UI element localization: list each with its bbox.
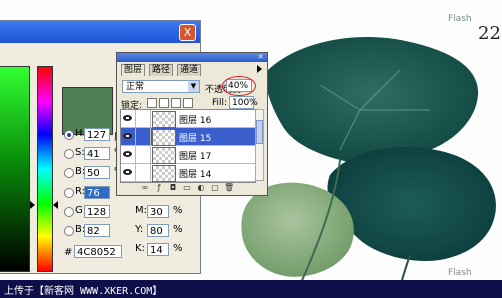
layers-bottom-toolbar: ∞ ƒ ◘ ▭ ◐ ▢ 🗑 bbox=[120, 183, 264, 193]
layer-name: 图层 17 bbox=[179, 152, 212, 162]
opacity-highlight-circle bbox=[222, 76, 256, 96]
r-radio[interactable] bbox=[64, 188, 74, 198]
eye-icon[interactable] bbox=[123, 114, 132, 122]
trash-icon[interactable]: 🗑 bbox=[224, 183, 234, 192]
link-slot[interactable] bbox=[135, 164, 151, 181]
y-unit: % bbox=[173, 224, 183, 235]
fill-input[interactable]: 100% bbox=[229, 96, 258, 109]
s-radio[interactable] bbox=[64, 149, 74, 159]
eye-icon[interactable] bbox=[123, 132, 132, 140]
k-label: K: bbox=[135, 243, 145, 254]
lock-transparent-icon[interactable] bbox=[147, 98, 157, 108]
m-label: M: bbox=[135, 205, 147, 216]
layer-thumbnail bbox=[152, 165, 176, 182]
close-button[interactable]: X bbox=[179, 24, 196, 41]
hex-label: # bbox=[64, 247, 73, 258]
link-icon[interactable]: ∞ bbox=[140, 183, 150, 192]
fill-label: Fill: bbox=[212, 98, 228, 108]
h-input[interactable]: 127 bbox=[84, 128, 110, 141]
color-field[interactable] bbox=[0, 66, 30, 272]
g-input[interactable]: 128 bbox=[84, 205, 110, 218]
k-input[interactable]: 14 bbox=[147, 243, 169, 256]
watermark-text: 上传于【新客网 WWW.XKER.COM】 bbox=[4, 286, 163, 297]
layer-row[interactable]: 图层 14 bbox=[121, 164, 255, 182]
blend-mode-value: 正常 bbox=[126, 82, 145, 92]
adjustment-layer-icon[interactable]: ◐ bbox=[196, 183, 206, 192]
r-input[interactable]: 76 bbox=[84, 186, 110, 199]
m-input[interactable]: 30 bbox=[147, 205, 169, 218]
mask-icon[interactable]: ◘ bbox=[168, 183, 178, 192]
layers-panel-titlebar[interactable] bbox=[117, 53, 267, 62]
y-label: Y: bbox=[135, 224, 144, 235]
layers-panel-close-icon[interactable]: ✕ bbox=[256, 53, 265, 61]
layer-row[interactable]: 图层 16 bbox=[121, 110, 255, 128]
k-unit: % bbox=[173, 243, 183, 254]
hue-slider[interactable] bbox=[37, 66, 53, 272]
lock-move-icon[interactable] bbox=[171, 98, 181, 108]
eye-icon[interactable] bbox=[123, 168, 132, 176]
hex-input[interactable]: 4C8052 bbox=[74, 245, 122, 258]
flash-logo-bottom: Flash bbox=[448, 268, 472, 278]
lock-brush-icon[interactable] bbox=[159, 98, 169, 108]
layer-style-icon[interactable]: ƒ bbox=[154, 183, 164, 192]
layer-name: 图层 16 bbox=[179, 116, 212, 126]
panel-menu-arrow-icon[interactable] bbox=[257, 65, 262, 73]
hue-slider-right-arrow-icon[interactable] bbox=[53, 201, 58, 209]
lock-all-icon[interactable] bbox=[183, 98, 193, 108]
layer-name: 图层 15 bbox=[179, 134, 212, 144]
s-input[interactable]: 41 bbox=[84, 147, 110, 160]
flash-logo: Flash bbox=[448, 14, 472, 24]
eye-icon[interactable] bbox=[123, 150, 132, 158]
chevron-down-icon: ▼ bbox=[188, 81, 199, 92]
layer-thumbnail bbox=[152, 129, 176, 146]
m-unit: % bbox=[173, 205, 183, 216]
tab-layers[interactable]: 图层 bbox=[121, 64, 146, 76]
layers-scrollbar[interactable] bbox=[255, 109, 264, 181]
tab-paths[interactable]: 路径 bbox=[149, 64, 174, 76]
canvas: Flash 22 X H: 127 度 S: 41 % B: 50 % R: 7… bbox=[0, 0, 502, 298]
link-slot[interactable] bbox=[135, 146, 151, 163]
layer-list: 图层 16 图层 15 图层 17 图层 14 bbox=[120, 109, 256, 183]
page-number: 22 bbox=[478, 23, 501, 44]
layer-row-selected[interactable]: 图层 15 bbox=[121, 128, 255, 146]
brush-icon[interactable] bbox=[135, 128, 151, 145]
b-input[interactable]: 50 bbox=[84, 166, 110, 179]
h-radio[interactable] bbox=[64, 130, 74, 140]
layer-name: 图层 14 bbox=[179, 170, 212, 180]
b-rgb-radio[interactable] bbox=[64, 226, 74, 236]
new-color-swatch bbox=[62, 87, 113, 122]
layer-thumbnail bbox=[152, 111, 176, 128]
b-rgb-input[interactable]: 82 bbox=[84, 224, 110, 237]
tab-channels[interactable]: 通道 bbox=[177, 64, 202, 76]
y-input[interactable]: 80 bbox=[147, 224, 169, 237]
group-folder-icon[interactable]: ▭ bbox=[182, 183, 192, 192]
b-radio[interactable] bbox=[64, 168, 74, 178]
layer-thumbnail bbox=[152, 147, 176, 164]
hue-slider-left-arrow-icon[interactable] bbox=[30, 201, 35, 209]
link-slot[interactable] bbox=[135, 110, 151, 127]
scroll-thumb[interactable] bbox=[256, 120, 263, 144]
layer-row[interactable]: 图层 17 bbox=[121, 146, 255, 164]
color-picker-titlebar[interactable] bbox=[0, 21, 200, 43]
layers-panel: ✕ 图层 路径 通道 正常 ▼ 不透明度: 锁定: Fill: 100% 图层 … bbox=[116, 52, 268, 196]
new-layer-icon[interactable]: ▢ bbox=[210, 183, 220, 192]
g-radio[interactable] bbox=[64, 207, 74, 217]
blend-mode-select[interactable]: 正常 ▼ bbox=[122, 80, 200, 93]
